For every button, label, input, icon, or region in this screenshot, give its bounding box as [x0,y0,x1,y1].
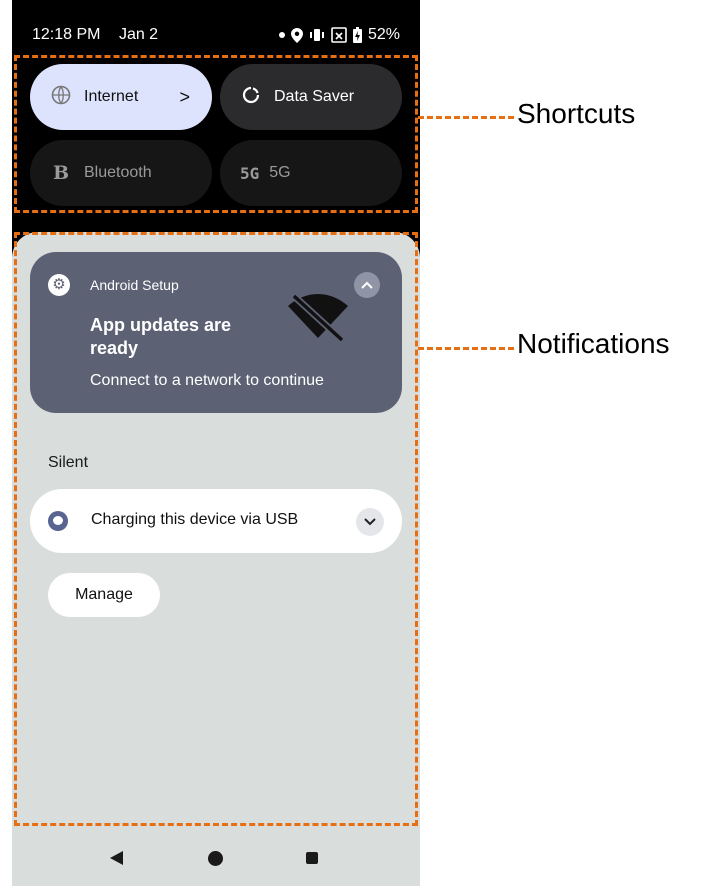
recents-icon[interactable] [306,852,318,864]
status-bar-right: 52% [278,26,400,44]
battery-charging-icon [352,27,362,43]
no-sim-icon [331,27,347,43]
shortcuts-annotation: Shortcuts [517,98,636,129]
notifications-highlight-box [14,232,418,826]
notifications-annotation: Notifications [517,328,670,359]
notification-dot-icon [278,32,285,38]
status-bar-left: 12:18 PM Jan 2 [32,26,158,44]
notifications-leader-line [418,347,514,350]
location-icon [290,27,303,43]
shortcuts-highlight-box [14,55,418,213]
status-time: 12:18 PM [32,26,101,43]
back-icon[interactable] [110,851,123,865]
status-date: Jan 2 [118,26,159,43]
vibrate-icon [309,29,324,41]
battery-percentage: 52% [367,26,400,43]
navigation-bar [12,830,420,886]
home-icon[interactable] [208,851,223,866]
shortcuts-leader-line [418,116,514,119]
